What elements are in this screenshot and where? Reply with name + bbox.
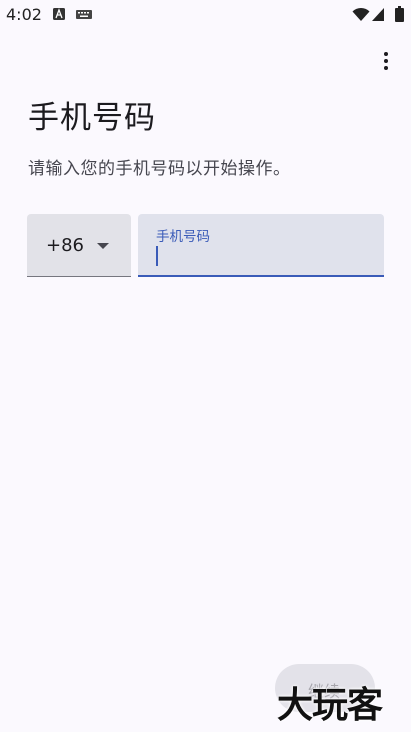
battery-icon — [395, 6, 404, 22]
watermark-logo: 大玩客 — [277, 685, 383, 726]
status-time: 4:02 — [6, 5, 42, 24]
country-code-select[interactable]: +86 — [27, 214, 131, 277]
dropdown-arrow-icon — [97, 243, 109, 249]
phone-number-input[interactable]: 手机号码 — [138, 214, 384, 277]
status-bar: 4:02 — [0, 0, 411, 30]
more-vert-icon[interactable] — [373, 46, 399, 76]
text-a-icon — [53, 8, 65, 20]
keyboard-icon — [76, 10, 92, 19]
overflow-dot — [384, 59, 388, 63]
text-cursor — [156, 246, 158, 266]
signal-icon — [372, 8, 384, 21]
overflow-dot — [384, 66, 388, 70]
page-subtitle: 请输入您的手机号码以开始操作。 — [28, 159, 291, 179]
overflow-dot — [384, 52, 388, 56]
country-code-value: +86 — [46, 235, 84, 256]
page-title: 手机号码 — [28, 100, 156, 136]
wifi-icon — [352, 7, 370, 21]
phone-number-label: 手机号码 — [156, 229, 210, 245]
